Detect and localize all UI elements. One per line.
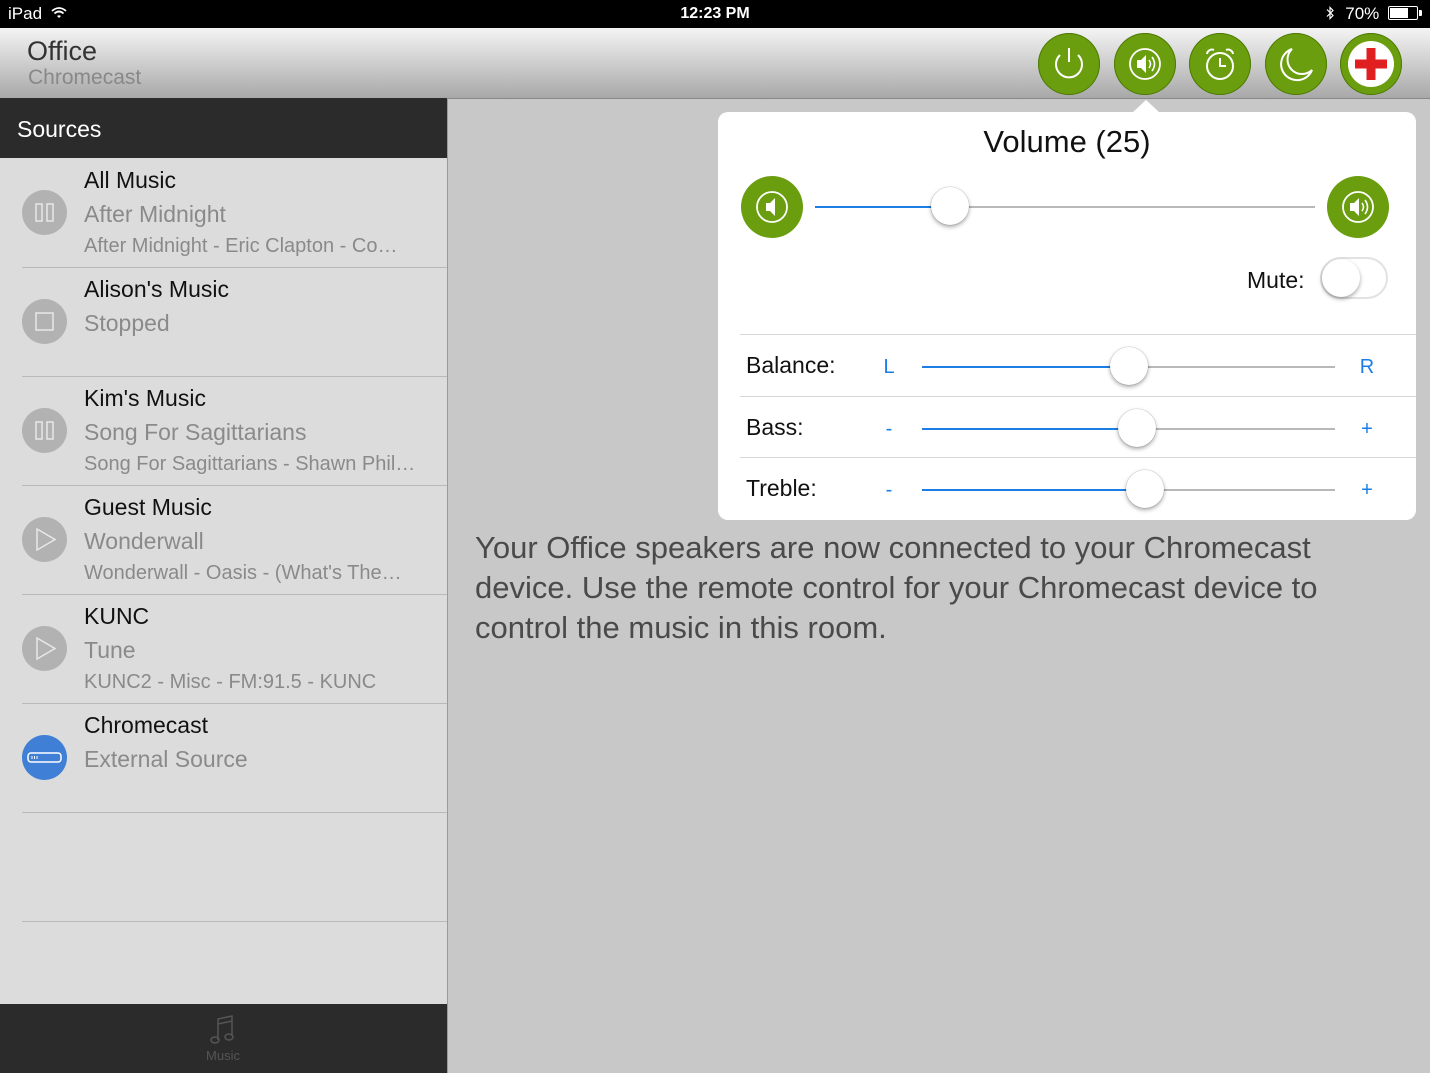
alarm-button[interactable] xyxy=(1189,33,1251,95)
source-row-kunc[interactable]: KUNC Tune KUNC2 - Misc - FM:91.5 - KUNC xyxy=(0,595,447,704)
sources-sidebar: Sources All Music After Midnight After M… xyxy=(0,98,448,1073)
power-icon xyxy=(1055,48,1083,79)
volume-button[interactable] xyxy=(1114,33,1176,95)
red-cross-icon xyxy=(1348,41,1394,87)
volume-title: Volume (25) xyxy=(983,124,1151,159)
speaker-volume-icon xyxy=(1129,48,1161,80)
source-name: All Music xyxy=(84,167,177,193)
room-title: Office xyxy=(27,36,98,66)
balance-right-label: R xyxy=(1359,356,1375,378)
pause-icon[interactable] xyxy=(22,190,67,235)
source-row-chromecast[interactable]: Chromecast External Source xyxy=(0,704,447,813)
power-button[interactable] xyxy=(1038,33,1100,95)
source-status: After Midnight xyxy=(84,201,226,227)
divider xyxy=(740,334,1416,335)
treble-fill xyxy=(922,489,1146,491)
divider xyxy=(740,457,1416,458)
pause-icon[interactable] xyxy=(22,408,67,453)
balance-fill xyxy=(922,366,1129,368)
mute-label: Mute: xyxy=(1247,267,1305,293)
source-status: Stopped xyxy=(84,310,170,336)
source-detail: Wonderwall - Oasis - (What's The… xyxy=(84,562,402,584)
play-icon[interactable] xyxy=(22,626,67,671)
tab-music-label: Music xyxy=(206,1048,240,1063)
source-row-kims-music[interactable]: Kim's Music Song For Sagittarians Song F… xyxy=(0,377,447,486)
bass-slider[interactable] xyxy=(922,409,1335,447)
source-status: Song For Sagittarians xyxy=(84,419,307,445)
bass-plus-label: + xyxy=(1361,418,1373,440)
battery-icon xyxy=(1388,6,1422,20)
play-icon[interactable] xyxy=(22,517,67,562)
source-row-alisons-music[interactable]: Alison's Music Stopped xyxy=(0,268,447,377)
volume-popover: Volume (25) Mute: Balance: L R Bass: - +… xyxy=(718,100,1416,520)
clock: 12:23 PM xyxy=(680,5,750,22)
treble-plus-label: + xyxy=(1361,479,1373,501)
sleep-button[interactable] xyxy=(1265,33,1327,95)
source-status: Tune xyxy=(84,637,136,663)
chromecast-device-icon[interactable] xyxy=(22,735,67,780)
treble-slider[interactable] xyxy=(922,470,1335,508)
source-status: External Source xyxy=(84,746,248,772)
tab-bar: Music xyxy=(0,1004,447,1073)
bass-minus-label: - xyxy=(885,418,893,440)
popover-arrow xyxy=(1132,100,1160,113)
divider xyxy=(740,396,1416,397)
add-button[interactable] xyxy=(1340,33,1402,95)
source-name: Kim's Music xyxy=(84,385,206,411)
music-note-icon xyxy=(210,1015,234,1044)
mute-toggle[interactable] xyxy=(1320,257,1388,299)
source-row-guest-music[interactable]: Guest Music Wonderwall Wonderwall - Oasi… xyxy=(0,486,447,595)
speaker-low-icon xyxy=(756,191,788,223)
source-detail: KUNC2 - Misc - FM:91.5 - KUNC xyxy=(84,671,377,693)
volume-down-button[interactable] xyxy=(741,176,803,238)
speaker-high-icon xyxy=(1342,191,1374,223)
status-bar: iPad 12:23 PM 70% xyxy=(0,0,1430,28)
tab-music[interactable]: Music xyxy=(190,1012,256,1063)
header-bar: Office Chromecast xyxy=(0,28,1430,99)
stop-icon[interactable] xyxy=(22,299,67,344)
battery-status: 70% xyxy=(1325,4,1422,24)
volume-slider[interactable] xyxy=(815,187,1315,225)
volume-fill xyxy=(815,206,950,208)
source-status: Wonderwall xyxy=(84,528,204,554)
treble-label: Treble: xyxy=(746,475,817,501)
room-source-subtitle: Chromecast xyxy=(28,66,142,89)
bass-fill xyxy=(922,428,1137,430)
toggle-knob xyxy=(1322,259,1360,297)
connection-message: Your Office speakers are now connected t… xyxy=(475,530,1318,645)
moon-sleep-icon xyxy=(1280,48,1313,82)
sources-title: Sources xyxy=(17,116,102,142)
volume-up-button[interactable] xyxy=(1327,176,1389,238)
balance-left-label: L xyxy=(883,356,895,378)
treble-minus-label: - xyxy=(885,479,893,501)
battery-percent: 70% xyxy=(1345,4,1380,23)
volume-knob[interactable] xyxy=(931,187,969,225)
bass-knob[interactable] xyxy=(1117,409,1156,447)
source-name: Alison's Music xyxy=(84,276,229,302)
source-name: KUNC xyxy=(84,603,150,629)
empty-row xyxy=(0,813,447,922)
source-row-all-music[interactable]: All Music After Midnight After Midnight … xyxy=(0,159,447,268)
balance-slider[interactable] xyxy=(922,347,1335,385)
sources-header: Sources xyxy=(0,98,447,158)
treble-knob[interactable] xyxy=(1126,470,1165,508)
bass-label: Bass: xyxy=(746,414,804,440)
source-name: Guest Music xyxy=(84,494,212,520)
divider xyxy=(22,921,447,922)
alarm-clock-icon xyxy=(1206,48,1234,80)
source-name: Chromecast xyxy=(84,712,208,738)
source-detail: Song For Sagittarians - Shawn Phil… xyxy=(84,453,416,475)
balance-label: Balance: xyxy=(746,352,836,378)
balance-knob[interactable] xyxy=(1109,347,1148,385)
bluetooth-icon xyxy=(1326,6,1334,20)
source-detail: After Midnight - Eric Clapton - Co… xyxy=(84,235,398,257)
